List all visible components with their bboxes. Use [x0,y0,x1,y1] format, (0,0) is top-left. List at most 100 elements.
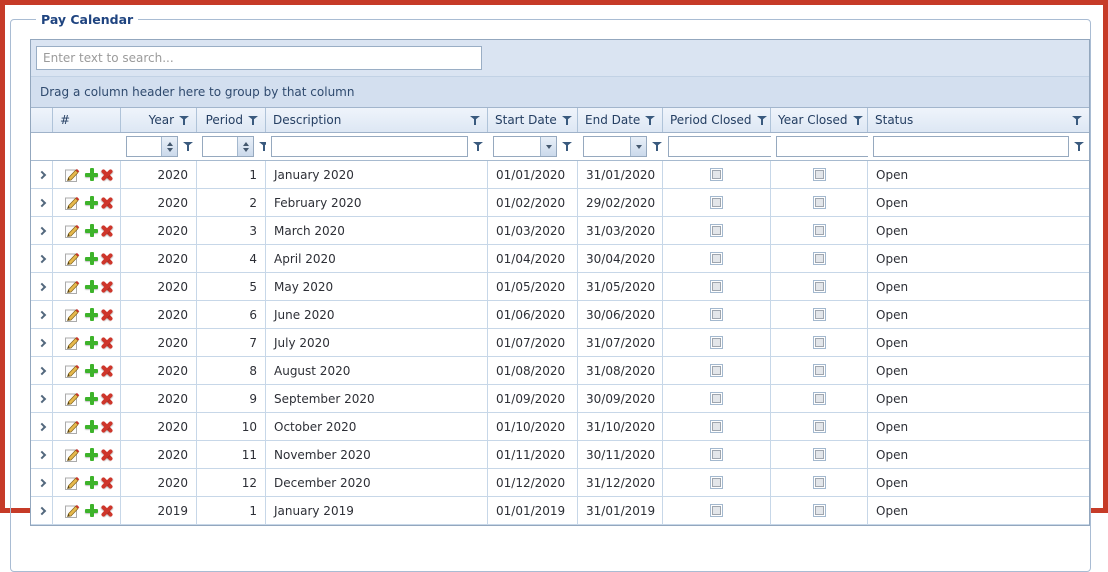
header-end-date[interactable]: End Date [578,108,663,132]
delete-icon[interactable] [100,503,113,518]
expand-cell[interactable] [31,161,53,188]
table-row[interactable]: 2020 2 February 2020 01/02/2020 29/02/20… [31,189,1089,217]
header-start-date[interactable]: Start Date [488,108,578,132]
table-row[interactable]: 2020 7 July 2020 01/07/2020 31/07/2020 O… [31,329,1089,357]
edit-icon[interactable] [64,251,81,267]
expand-row-icon[interactable] [38,338,46,346]
period-closed-checkbox[interactable] [710,392,723,405]
year-closed-checkbox[interactable] [813,476,826,489]
start-date-dropdown-button[interactable] [540,137,556,156]
expand-cell[interactable] [31,189,53,216]
period-filter-input[interactable] [203,137,237,156]
add-icon[interactable] [84,167,97,182]
header-description[interactable]: Description [266,108,488,132]
expand-cell[interactable] [31,497,53,524]
add-icon[interactable] [84,475,97,490]
period-closed-filter-icon[interactable] [757,116,767,125]
expand-row-icon[interactable] [38,170,46,178]
delete-icon[interactable] [100,475,113,490]
expand-row-icon[interactable] [38,282,46,290]
end-date-filter-icon[interactable] [645,116,655,125]
period-closed-checkbox[interactable] [710,448,723,461]
end-date-filter-menu-icon[interactable] [652,142,662,151]
end-date-dropdown-button[interactable] [630,137,646,156]
header-actions[interactable]: # [53,108,121,132]
year-closed-checkbox[interactable] [813,252,826,265]
edit-icon[interactable] [64,335,81,351]
spin-down-icon[interactable] [167,148,173,152]
expand-cell[interactable] [31,413,53,440]
edit-icon[interactable] [64,223,81,239]
expand-row-icon[interactable] [38,366,46,374]
table-row[interactable]: 2020 6 June 2020 01/06/2020 30/06/2020 O… [31,301,1089,329]
period-closed-checkbox[interactable] [710,504,723,517]
delete-icon[interactable] [100,419,113,434]
edit-icon[interactable] [64,307,81,323]
add-icon[interactable] [84,195,97,210]
year-closed-checkbox[interactable] [813,420,826,433]
header-year[interactable]: Year [121,108,197,132]
header-status[interactable]: Status [868,108,1089,132]
year-closed-checkbox[interactable] [813,364,826,377]
delete-icon[interactable] [100,223,113,238]
table-row[interactable]: 2020 9 September 2020 01/09/2020 30/09/2… [31,385,1089,413]
expand-row-icon[interactable] [38,254,46,262]
spin-down-icon[interactable] [243,148,249,152]
table-row[interactable]: 2020 1 January 2020 01/01/2020 31/01/202… [31,161,1089,189]
description-filter-menu-icon[interactable] [473,142,483,151]
period-spin-buttons[interactable] [237,137,253,156]
edit-icon[interactable] [64,363,81,379]
expand-row-icon[interactable] [38,226,46,234]
spin-up-icon[interactable] [167,142,173,146]
add-icon[interactable] [84,223,97,238]
add-icon[interactable] [84,391,97,406]
expand-row-icon[interactable] [38,198,46,206]
status-filter-menu-icon[interactable] [1074,142,1084,151]
year-closed-checkbox[interactable] [813,308,826,321]
expand-cell[interactable] [31,385,53,412]
period-closed-checkbox[interactable] [710,252,723,265]
year-spin-buttons[interactable] [161,137,177,156]
period-closed-checkbox[interactable] [710,196,723,209]
delete-icon[interactable] [100,447,113,462]
header-period[interactable]: Period [197,108,266,132]
start-date-filter-menu-icon[interactable] [562,142,572,151]
period-closed-checkbox[interactable] [710,224,723,237]
add-icon[interactable] [84,335,97,350]
period-closed-checkbox[interactable] [710,168,723,181]
expand-cell[interactable] [31,217,53,244]
delete-icon[interactable] [100,307,113,322]
table-row[interactable]: 2020 12 December 2020 01/12/2020 31/12/2… [31,469,1089,497]
year-closed-checkbox[interactable] [813,336,826,349]
add-icon[interactable] [84,503,97,518]
status-filter-input[interactable] [874,137,1068,156]
period-filter-menu-icon[interactable] [259,142,266,151]
delete-icon[interactable] [100,251,113,266]
edit-icon[interactable] [64,503,81,519]
expand-cell[interactable] [31,357,53,384]
add-icon[interactable] [84,447,97,462]
year-closed-checkbox[interactable] [813,168,826,181]
year-closed-checkbox[interactable] [813,280,826,293]
end-date-filter-input[interactable] [584,137,630,156]
table-row[interactable]: 2019 1 January 2019 01/01/2019 31/01/201… [31,497,1089,525]
status-filter-icon[interactable] [1072,116,1082,125]
year-closed-checkbox[interactable] [813,224,826,237]
delete-icon[interactable] [100,391,113,406]
group-by-panel[interactable]: Drag a column header here to group by th… [31,76,1089,107]
add-icon[interactable] [84,419,97,434]
edit-icon[interactable] [64,447,81,463]
table-row[interactable]: 2020 11 November 2020 01/11/2020 30/11/2… [31,441,1089,469]
expand-row-icon[interactable] [38,450,46,458]
search-input[interactable] [36,46,482,70]
delete-icon[interactable] [100,335,113,350]
description-filter-icon[interactable] [470,116,480,125]
edit-icon[interactable] [64,391,81,407]
table-row[interactable]: 2020 3 March 2020 01/03/2020 31/03/2020 … [31,217,1089,245]
expand-cell[interactable] [31,469,53,496]
year-closed-filter-icon[interactable] [853,116,863,125]
year-filter-menu-icon[interactable] [183,142,193,151]
table-row[interactable]: 2020 4 April 2020 01/04/2020 30/04/2020 … [31,245,1089,273]
edit-icon[interactable] [64,475,81,491]
period-filter-icon[interactable] [248,116,258,125]
